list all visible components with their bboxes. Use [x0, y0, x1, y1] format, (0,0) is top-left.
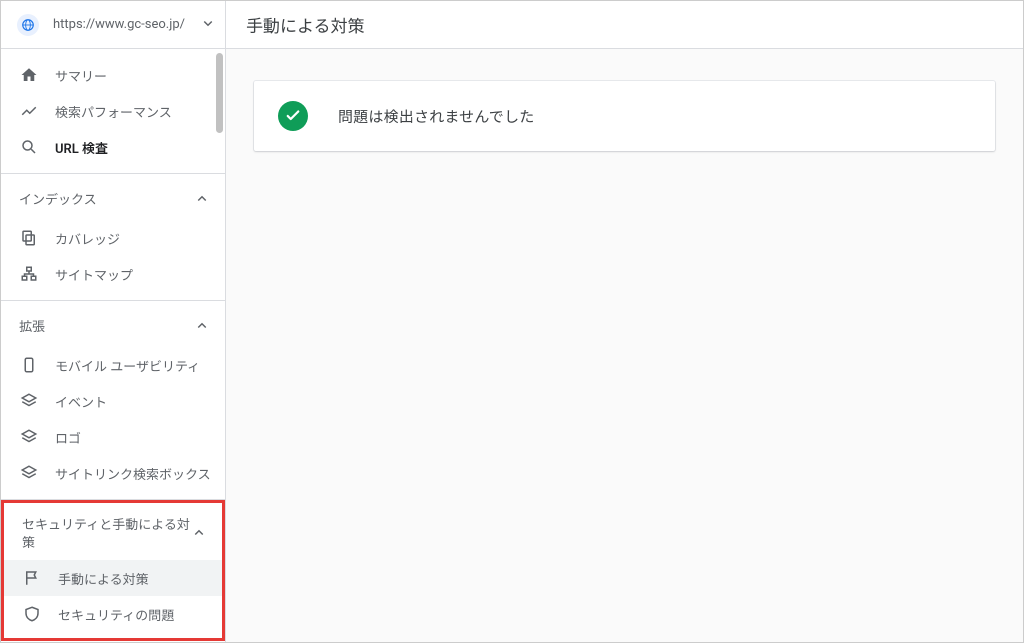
sidebar-item-mobile-usability[interactable]: モバイル ユーザビリティ: [1, 347, 225, 383]
sidebar-item-event[interactable]: イベント: [1, 383, 225, 419]
chevron-up-icon: [193, 317, 211, 339]
sidebar-item-label: サイトマップ: [55, 265, 133, 284]
section-header-enhancements[interactable]: 拡張: [1, 309, 225, 347]
search-icon: [19, 138, 39, 156]
home-icon: [19, 66, 39, 84]
sitemap-icon: [19, 265, 39, 283]
sidebar-item-label: カバレッジ: [55, 229, 120, 248]
section-header-security-manual[interactable]: セキュリティと手動による対策: [4, 509, 222, 560]
sidebar-item-coverage[interactable]: カバレッジ: [1, 220, 225, 256]
sidebar-item-security-issues[interactable]: セキュリティの問題: [4, 596, 222, 632]
layers-icon: [19, 428, 39, 446]
section-title: 拡張: [19, 319, 193, 337]
sidebar-item-label: セキュリティの問題: [58, 605, 174, 624]
section-title: セキュリティと手動による対策: [22, 517, 190, 552]
chevron-up-icon: [190, 524, 208, 546]
property-url: https://www.gc-seo.jp/: [53, 17, 199, 32]
sidebar-item-label: 手動による対策: [58, 569, 149, 588]
layers-icon: [19, 392, 39, 410]
smartphone-icon: [19, 356, 39, 374]
sidebar-item-label: モバイル ユーザビリティ: [55, 356, 200, 375]
sidebar-item-logo[interactable]: ロゴ: [1, 419, 225, 455]
page-title: 手動による対策: [246, 12, 365, 37]
section-title: インデックス: [19, 192, 193, 210]
sidebar-item-sitelinks-searchbox[interactable]: サイトリンク検索ボックス: [1, 455, 225, 491]
sidebar-item-summary[interactable]: サマリー: [1, 57, 225, 93]
chevron-up-icon: [193, 190, 211, 212]
status-message: 問題は検出されませんでした: [338, 106, 534, 127]
flag-icon: [22, 569, 42, 587]
caret-down-icon: [199, 14, 217, 36]
sidebar-item-manual-actions[interactable]: 手動による対策: [4, 560, 222, 596]
sidebar-item-label: URL 検査: [55, 138, 108, 157]
property-selector[interactable]: https://www.gc-seo.jp/: [1, 1, 225, 49]
sidebar-item-label: ロゴ: [55, 428, 81, 447]
globe-icon: [17, 14, 39, 36]
sidebar-item-label: 検索パフォーマンス: [55, 102, 172, 121]
sidebar-item-sitemaps[interactable]: サイトマップ: [1, 256, 225, 292]
scrollbar-thumb[interactable]: [216, 53, 223, 133]
sidebar-item-label: イベント: [55, 392, 107, 411]
sidebar-item-performance[interactable]: 検索パフォーマンス: [1, 93, 225, 129]
status-card: 問題は検出されませんでした: [254, 81, 995, 151]
sidebar-item-url-inspect[interactable]: URL 検査: [1, 129, 225, 165]
copy-icon: [19, 229, 39, 247]
section-header-index[interactable]: インデックス: [1, 182, 225, 220]
sidebar-item-label: サイトリンク検索ボックス: [55, 464, 211, 483]
page-header: 手動による対策: [226, 1, 1023, 49]
layers-icon: [19, 464, 39, 482]
sidebar: https://www.gc-seo.jp/ サマリー: [1, 1, 226, 642]
shield-icon: [22, 605, 42, 623]
main-content: 手動による対策 問題は検出されませんでした: [226, 1, 1023, 642]
check-circle-icon: [278, 101, 308, 131]
trending-up-icon: [19, 102, 39, 120]
sidebar-item-label: サマリー: [55, 66, 107, 85]
